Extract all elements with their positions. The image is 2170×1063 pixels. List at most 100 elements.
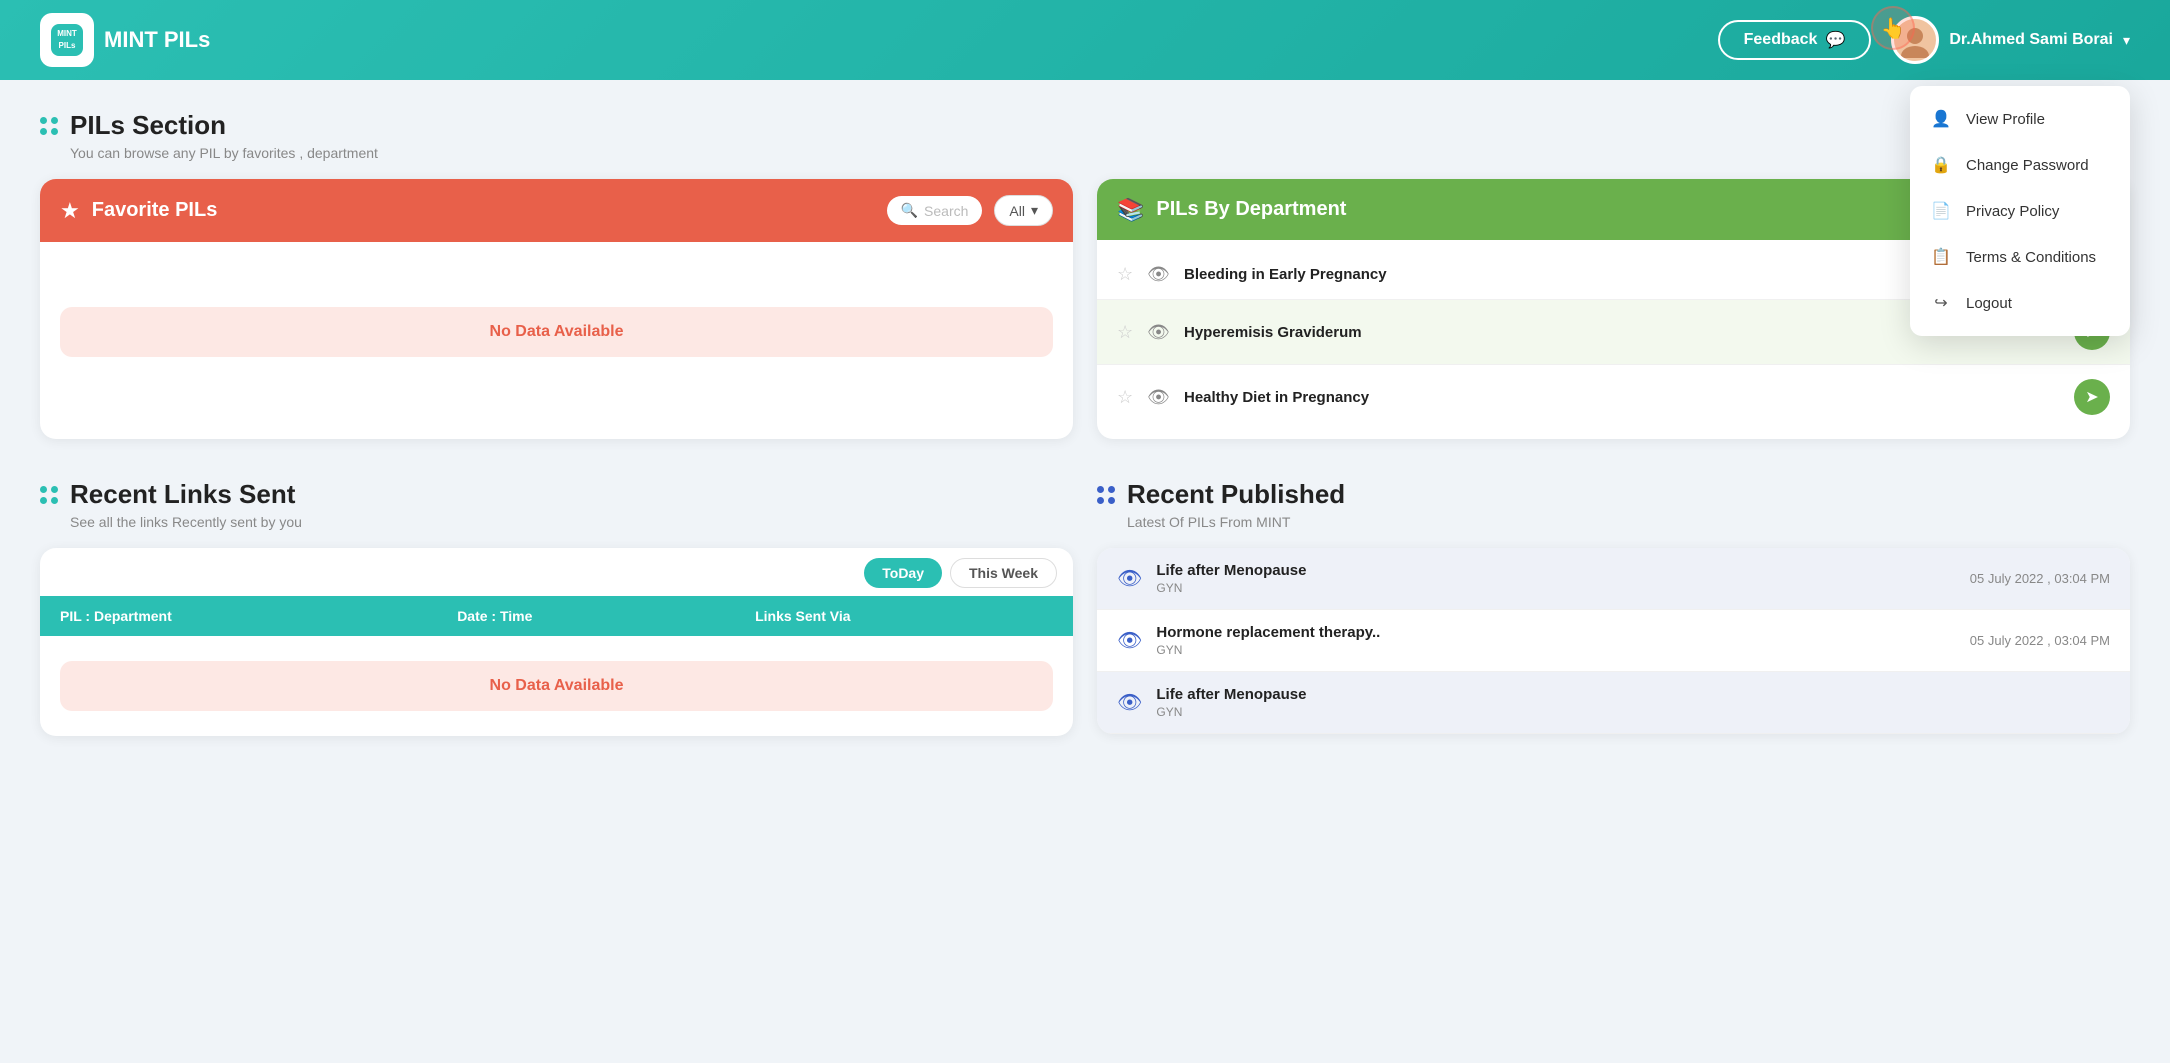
pub-title: Life after Menopause <box>1156 562 1955 579</box>
dot <box>1097 486 1104 493</box>
col-pil-dept: PIL : Department <box>60 608 457 624</box>
user-menu[interactable]: 👆 Dr.Ahmed Sami Borai ▾ 👤 View Profile 🔒… <box>1891 16 2130 64</box>
published-item[interactable]: 👁 Life after Menopause GYN 05 July 2022 … <box>1097 548 2130 610</box>
tab-today[interactable]: ToDay <box>864 558 942 588</box>
pub-info: Life after Menopause GYN <box>1156 562 1955 595</box>
section-dots <box>40 486 58 504</box>
header: MINT PILs MINT PILs Feedback 💬 👆 Dr.Ahme… <box>0 0 2170 80</box>
star-icon: ☆ <box>1117 264 1133 285</box>
pils-section-header: PILs Section You can browse any PIL by f… <box>40 110 2130 161</box>
dropdown-label-privacy-policy: Privacy Policy <box>1966 203 2059 220</box>
send-button[interactable]: ➤ <box>2074 379 2110 415</box>
search-icon: 🔍 <box>901 202 918 219</box>
header-right: Feedback 💬 👆 Dr.Ahmed Sami Borai ▾ 👤 Vie… <box>1718 16 2130 64</box>
recent-links-header: Recent Links Sent See all the links Rece… <box>40 479 1073 530</box>
recent-links-subtitle: See all the links Recently sent by you <box>70 514 1073 530</box>
dot <box>40 497 47 504</box>
published-item[interactable]: 👁 Life after Menopause GYN <box>1097 672 2130 734</box>
chevron-down-icon: ▾ <box>2123 32 2130 49</box>
dropdown-logout[interactable]: ↪ Logout <box>1910 280 2130 326</box>
pil-name: Healthy Diet in Pregnancy <box>1184 389 2060 406</box>
tab-thisweek[interactable]: This Week <box>950 558 1057 588</box>
lock-icon: 🔒 <box>1930 154 1952 176</box>
links-no-data: No Data Available <box>60 661 1053 711</box>
dot <box>51 497 58 504</box>
profile-icon: 👤 <box>1930 108 1952 130</box>
favorite-no-data: No Data Available <box>60 307 1053 357</box>
dot <box>51 117 58 124</box>
eye-icon: 👁 <box>1117 628 1142 653</box>
logout-icon: ↪ <box>1930 292 1952 314</box>
privacy-icon: 📄 <box>1930 200 1952 222</box>
pils-section-subtitle: You can browse any PIL by favorites , de… <box>70 145 2130 161</box>
dot <box>1108 486 1115 493</box>
filter-label: All <box>1009 203 1025 219</box>
dropdown-label-terms-conditions: Terms & Conditions <box>1966 249 2096 266</box>
col-date-time: Date : Time <box>457 608 755 624</box>
tabs-area: ToDay This Week <box>40 548 1073 588</box>
star-icon: ☆ <box>1117 387 1133 408</box>
avatar <box>1891 16 1939 64</box>
eye-icon: 👁 <box>1147 264 1170 285</box>
favorite-pils-body: No Data Available <box>40 242 1073 422</box>
bottom-panels: Recent Links Sent See all the links Rece… <box>40 479 2130 736</box>
pub-info: Hormone replacement therapy.. GYN <box>1156 624 1955 657</box>
eye-icon: 👁 <box>1147 387 1170 408</box>
recent-published-subtitle: Latest Of PILs From MINT <box>1127 514 2130 530</box>
favorite-pils-panel: ★ Favorite PILs 🔍 Search All ▾ No Data A… <box>40 179 1073 439</box>
books-icon: 📚 <box>1117 197 1144 223</box>
dot <box>1097 497 1104 504</box>
feedback-label: Feedback <box>1744 31 1818 49</box>
col-links-via: Links Sent Via <box>755 608 1053 624</box>
recent-links-panel: Recent Links Sent See all the links Rece… <box>40 479 1073 736</box>
eye-icon: 👁 <box>1117 690 1142 715</box>
favorite-pils-title: Favorite PILs <box>92 199 875 222</box>
dot <box>40 486 47 493</box>
eye-icon: 👁 <box>1117 566 1142 591</box>
published-item[interactable]: 👁 Hormone replacement therapy.. GYN 05 J… <box>1097 610 2130 672</box>
table-body: No Data Available <box>40 636 1073 736</box>
published-list-container: 👁 Life after Menopause GYN 05 July 2022 … <box>1097 548 2130 734</box>
search-placeholder: Search <box>924 203 968 219</box>
pub-date: 05 July 2022 , 03:04 PM <box>1970 571 2110 586</box>
pub-date: 05 July 2022 , 03:04 PM <box>1970 633 2110 648</box>
pils-section-title: PILs Section <box>70 110 226 141</box>
favorite-filter-dropdown[interactable]: All ▾ <box>994 195 1053 226</box>
dropdown-terms-conditions[interactable]: 📋 Terms & Conditions <box>1910 234 2130 280</box>
dropdown-privacy-policy[interactable]: 📄 Privacy Policy <box>1910 188 2130 234</box>
svg-text:MINT: MINT <box>57 29 77 38</box>
pub-info: Life after Menopause GYN <box>1156 686 2096 719</box>
recent-links-table: ToDay This Week PIL : Department Date : … <box>40 548 1073 736</box>
logo-icon: MINT PILs <box>40 13 94 67</box>
favorite-search-input[interactable]: 🔍 Search <box>887 196 983 225</box>
feedback-button[interactable]: Feedback 💬 <box>1718 20 1872 60</box>
filter-chevron-icon: ▾ <box>1031 202 1038 219</box>
pub-dept: GYN <box>1156 705 2096 719</box>
pub-title: Life after Menopause <box>1156 686 2096 703</box>
feedback-icon: 💬 <box>1825 30 1845 50</box>
dot <box>1108 497 1115 504</box>
dot <box>40 128 47 135</box>
pub-title: Hormone replacement therapy.. <box>1156 624 1955 641</box>
pil-list-item[interactable]: ☆ 👁 Healthy Diet in Pregnancy ➤ <box>1097 365 2130 429</box>
dropdown-label-change-password: Change Password <box>1966 157 2089 174</box>
recent-published-header: Recent Published Latest Of PILs From MIN… <box>1097 479 2130 530</box>
user-dropdown: 👤 View Profile 🔒 Change Password 📄 Priva… <box>1910 86 2130 336</box>
dropdown-change-password[interactable]: 🔒 Change Password <box>1910 142 2130 188</box>
top-panels: ★ Favorite PILs 🔍 Search All ▾ No Data A… <box>40 179 2130 439</box>
svg-text:PILs: PILs <box>59 41 76 50</box>
dropdown-label-view-profile: View Profile <box>1966 111 2045 128</box>
department-pils-title: PILs By Department <box>1156 198 2017 221</box>
recent-published-panel: Recent Published Latest Of PILs From MIN… <box>1097 479 2130 736</box>
star-icon: ☆ <box>1117 322 1133 343</box>
logo-area: MINT PILs MINT PILs <box>40 13 210 67</box>
eye-icon: 👁 <box>1147 322 1170 343</box>
terms-icon: 📋 <box>1930 246 1952 268</box>
published-list: 👁 Life after Menopause GYN 05 July 2022 … <box>1097 548 2130 734</box>
dropdown-view-profile[interactable]: 👤 View Profile <box>1910 96 2130 142</box>
dropdown-label-logout: Logout <box>1966 295 2012 312</box>
recent-published-title: Recent Published <box>1127 479 1345 510</box>
dot <box>51 128 58 135</box>
section-dots <box>1097 486 1115 504</box>
dot <box>51 486 58 493</box>
